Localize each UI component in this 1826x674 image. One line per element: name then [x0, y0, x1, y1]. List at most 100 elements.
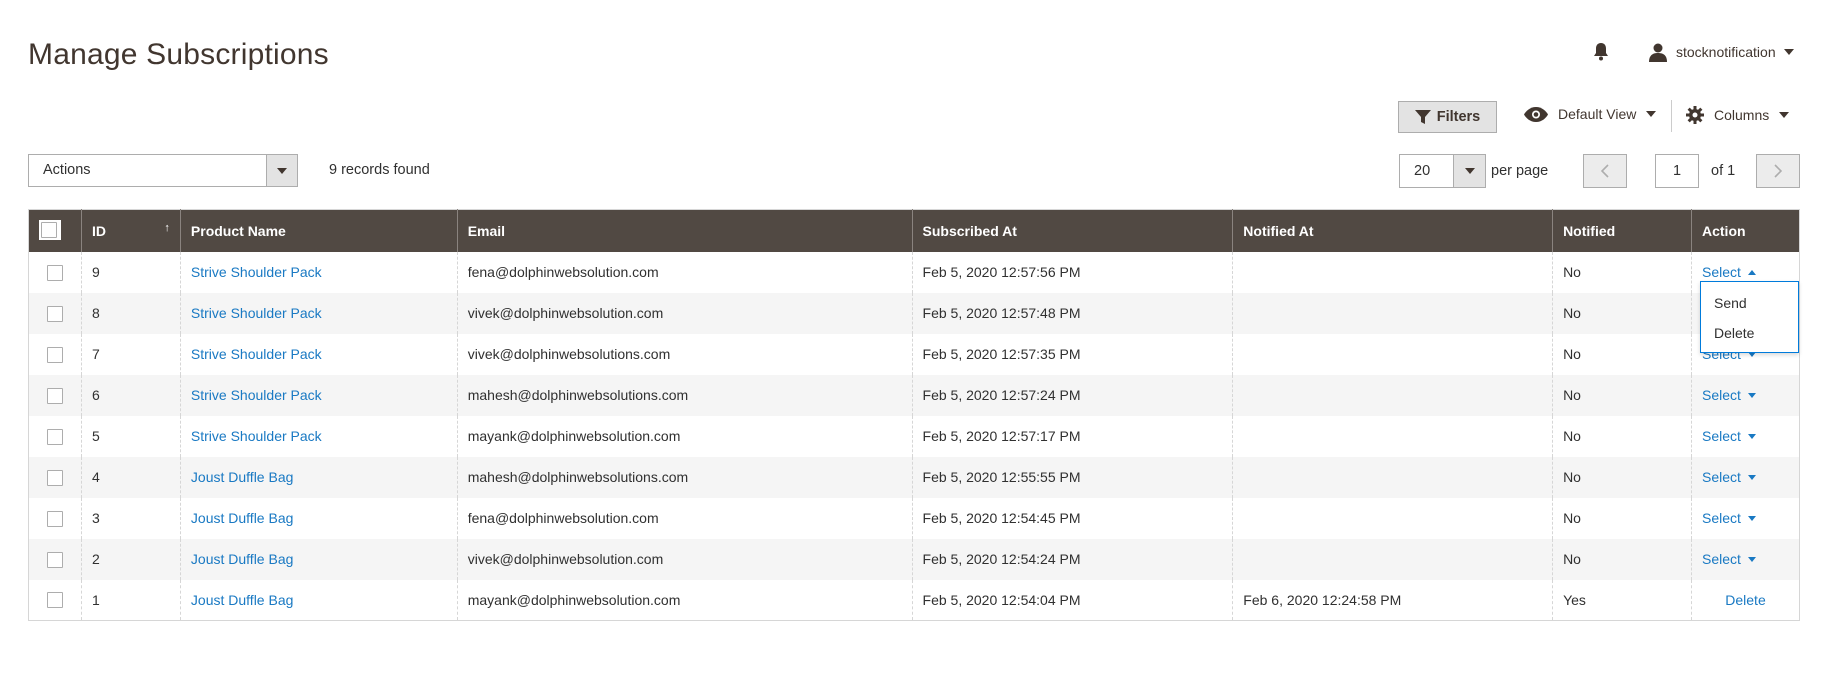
id-cell: 2	[80, 538, 181, 580]
row-select-cell	[29, 252, 82, 293]
row-checkbox[interactable]	[46, 592, 63, 609]
chevron-up-icon	[1747, 269, 1756, 275]
prev-page-button[interactable]	[1583, 154, 1627, 188]
column-header-id[interactable]: ID ↑	[80, 209, 181, 252]
table-row[interactable]: 5 Strive Shoulder Pack mayank@dolphinwebso…	[29, 415, 1800, 457]
product-link[interactable]: Strive Shoulder Pack	[191, 387, 322, 403]
chevron-right-icon	[1774, 164, 1782, 178]
per-page-select[interactable]: 20	[1399, 154, 1486, 188]
view-switcher[interactable]: Default View	[1524, 106, 1657, 122]
row-checkbox[interactable]	[46, 264, 63, 281]
table-row[interactable]: 8 Strive Shoulder Pack vivek@dolphinwebsol…	[28, 292, 1800, 334]
action-select[interactable]: Select	[1702, 551, 1756, 567]
notified-cell: No	[1552, 415, 1692, 457]
chevron-down-icon	[1464, 168, 1475, 174]
actions-label: Actions	[43, 162, 91, 178]
subscribed-at-cell: Feb 5, 2020 12:57:24 PM	[911, 374, 1233, 416]
product-link[interactable]: Joust Duffle Bag	[191, 592, 293, 608]
action-select[interactable]: Select	[1702, 428, 1756, 444]
notified-cell: No	[1552, 456, 1692, 498]
next-page-button[interactable]	[1756, 154, 1800, 188]
action-select[interactable]: Select	[1702, 387, 1756, 403]
action-select[interactable]: Select	[1702, 510, 1756, 526]
column-header-subscribed-at[interactable]: Subscribed At	[911, 209, 1233, 252]
mass-select-header[interactable]	[28, 209, 82, 252]
table-row[interactable]: 1 Joust Duffle Bag mayank@dolphinwebsoluti…	[29, 579, 1800, 621]
filter-icon	[1414, 109, 1431, 124]
email-cell: mahesh@dolphinwebsolutions.com	[456, 456, 913, 498]
product-link[interactable]: Strive Shoulder Pack	[191, 264, 322, 280]
product-cell: Strive Shoulder Pack	[179, 333, 458, 375]
row-checkbox[interactable]	[46, 428, 63, 445]
delete-link[interactable]: Delete	[1725, 592, 1765, 608]
row-select-cell	[29, 334, 82, 375]
chevron-down-icon	[1646, 111, 1657, 117]
row-select-cell	[28, 456, 82, 498]
action-cell: Select	[1691, 374, 1800, 416]
notified-at-cell	[1232, 415, 1553, 457]
row-checkbox[interactable]	[46, 305, 63, 322]
actions-dropdown[interactable]: Actions	[28, 154, 298, 187]
product-link[interactable]: Joust Duffle Bag	[191, 551, 293, 567]
row-action-menu: Send Delete	[1700, 281, 1799, 353]
row-checkbox[interactable]	[46, 387, 63, 404]
column-header-email[interactable]: Email	[456, 209, 913, 252]
column-header-product-name[interactable]: Product Name	[179, 209, 458, 252]
row-select-cell	[28, 538, 82, 580]
row-checkbox[interactable]	[46, 551, 63, 568]
grid-header-row: ID ↑ Product Name Email Subscribed At Not…	[28, 209, 1800, 252]
action-select-label: Select	[1702, 510, 1741, 526]
filters-button[interactable]: Filters	[1398, 101, 1497, 133]
actions-toggle[interactable]	[266, 155, 297, 186]
product-link[interactable]: Joust Duffle Bag	[191, 469, 293, 485]
subscribed-at-cell: Feb 5, 2020 12:54:45 PM	[911, 497, 1233, 539]
chevron-down-icon	[1747, 556, 1756, 562]
sort-asc-icon: ↑	[164, 222, 170, 234]
columns-control[interactable]: Columns	[1686, 106, 1790, 124]
row-select-cell	[28, 292, 82, 334]
product-cell: Strive Shoulder Pack	[179, 251, 458, 293]
row-checkbox[interactable]	[46, 510, 63, 527]
product-link[interactable]: Strive Shoulder Pack	[191, 346, 322, 362]
notified-at-cell	[1232, 456, 1553, 498]
table-row[interactable]: 9 Strive Shoulder Pack fena@dolphinwebsolu…	[29, 251, 1800, 293]
notified-cell: No	[1552, 333, 1692, 375]
email-cell: mayank@dolphinwebsolution.com	[456, 579, 913, 621]
mass-select-control[interactable]	[39, 220, 61, 241]
action-select[interactable]: Select	[1702, 469, 1756, 485]
column-header-notified[interactable]: Notified	[1552, 209, 1692, 252]
subscribed-at-cell: Feb 5, 2020 12:55:55 PM	[911, 456, 1233, 498]
subscribed-at-cell: Feb 5, 2020 12:57:56 PM	[911, 251, 1233, 293]
email-cell: vivek@dolphinwebsolutions.com	[456, 333, 913, 375]
id-cell: 6	[80, 374, 181, 416]
row-checkbox[interactable]	[46, 346, 63, 363]
chevron-down-icon	[1747, 515, 1756, 521]
gear-icon	[1686, 106, 1704, 124]
notified-at-cell	[1232, 497, 1553, 539]
action-select-label: Select	[1702, 469, 1741, 485]
chevron-down-icon	[1747, 474, 1756, 480]
table-row[interactable]: 2 Joust Duffle Bag vivek@dolphinwebsolutio…	[28, 538, 1800, 580]
user-menu[interactable]: stocknotification	[1648, 42, 1794, 62]
product-link[interactable]: Strive Shoulder Pack	[191, 428, 322, 444]
table-row[interactable]: 7 Strive Shoulder Pack vivek@dolphinwebsol…	[29, 333, 1800, 375]
column-header-notified-at[interactable]: Notified At	[1232, 209, 1553, 252]
product-link[interactable]: Strive Shoulder Pack	[191, 305, 322, 321]
user-icon	[1649, 43, 1667, 62]
table-row[interactable]: 3 Joust Duffle Bag fena@dolphinwebsolution…	[29, 497, 1800, 539]
table-row[interactable]: 4 Joust Duffle Bag mahesh@dolphinwebsoluti…	[28, 456, 1800, 498]
product-link[interactable]: Joust Duffle Bag	[191, 510, 293, 526]
bell-icon[interactable]	[1592, 42, 1610, 62]
action-cell: Select	[1691, 415, 1800, 457]
notified-cell: No	[1552, 374, 1692, 416]
action-cell: Delete	[1691, 579, 1800, 621]
table-row[interactable]: 6 Strive Shoulder Pack mahesh@dolphinwebso…	[28, 374, 1800, 416]
row-checkbox[interactable]	[46, 469, 63, 486]
action-menu-item-send[interactable]: Send	[1701, 288, 1798, 318]
action-select[interactable]: Select	[1702, 264, 1756, 280]
page-number-input[interactable]: 1	[1655, 154, 1699, 188]
action-menu-item-delete[interactable]: Delete	[1701, 318, 1798, 348]
mass-select-checkbox[interactable]	[41, 222, 57, 239]
per-page-toggle[interactable]	[1453, 155, 1485, 187]
per-page-label: per page	[1491, 163, 1549, 179]
